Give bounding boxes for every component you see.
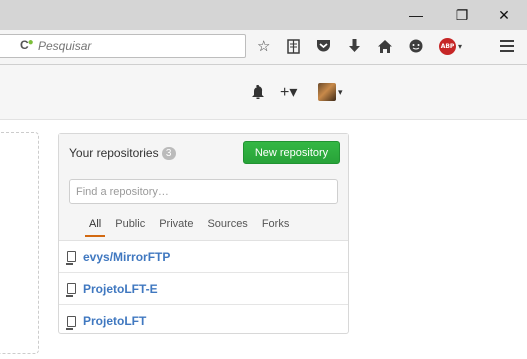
filter-tab-forks[interactable]: Forks	[262, 218, 290, 236]
list-item: ProjetoLFT	[59, 305, 348, 337]
search-input[interactable]	[38, 38, 228, 54]
minimize-icon: —	[409, 7, 423, 23]
pocket-icon[interactable]	[316, 36, 331, 56]
close-icon: ✕	[498, 6, 510, 23]
home-icon[interactable]	[378, 36, 392, 56]
window-titlebar: — ❐ ✕	[0, 0, 527, 30]
repositories-panel: Your repositories3 New repository All Pu…	[58, 133, 349, 334]
repo-icon	[66, 251, 76, 265]
repository-link[interactable]: ProjetoLFT-E	[83, 282, 158, 296]
find-repository-input[interactable]	[69, 179, 338, 204]
menu-icon[interactable]	[500, 36, 514, 56]
avatar	[318, 83, 336, 101]
github-header: +▾ ▾	[0, 65, 527, 120]
restore-button[interactable]: ❐	[439, 0, 485, 30]
adblock-plus-icon[interactable]: ABP ▾	[439, 36, 462, 56]
repository-link[interactable]: evys/MirrorFTP	[83, 250, 170, 264]
chevron-down-icon: ▾	[458, 41, 463, 51]
adblock-plus-badge: ABP	[439, 37, 456, 55]
repository-filter-tabs: All Public Private Sources Forks	[84, 218, 303, 237]
repositories-header: Your repositories3 New repository All Pu…	[59, 134, 348, 241]
plus-icon: +▾	[280, 84, 298, 101]
create-new-dropdown[interactable]: +▾	[280, 83, 297, 101]
repo-icon	[66, 283, 76, 297]
user-menu[interactable]: ▾	[318, 83, 343, 101]
list-item: ProjetoLFT-E	[59, 273, 348, 305]
filter-tab-private[interactable]: Private	[159, 218, 193, 236]
bell-icon[interactable]	[252, 83, 264, 101]
filter-tab-sources[interactable]: Sources	[207, 218, 247, 236]
restore-icon: ❐	[455, 6, 469, 23]
repositories-title-text: Your repositories	[69, 146, 159, 160]
close-button[interactable]: ✕	[481, 0, 527, 30]
search-bar[interactable]: C●	[0, 34, 246, 58]
bookmark-star-icon[interactable]: ☆	[257, 36, 270, 56]
minimize-button[interactable]: —	[393, 0, 439, 30]
repo-icon	[66, 315, 76, 330]
browser-toolbar: C● ☆ ABP ▾	[0, 30, 527, 65]
chat-icon[interactable]	[409, 36, 423, 56]
list-item: evys/MirrorFTP	[59, 241, 348, 273]
repository-link[interactable]: ProjetoLFT	[83, 314, 146, 328]
chevron-down-icon: ▾	[338, 86, 343, 97]
reading-list-icon[interactable]	[286, 36, 300, 56]
search-engine-icon[interactable]: C●	[20, 37, 35, 52]
filter-tab-all[interactable]: All	[84, 218, 106, 237]
repository-list: evys/MirrorFTP ProjetoLFT-E ProjetoLFT	[59, 241, 348, 337]
repository-count-badge: 3	[161, 147, 176, 160]
new-repository-button[interactable]: New repository	[243, 141, 340, 164]
empty-dashboard-box	[0, 132, 39, 354]
filter-tab-public[interactable]: Public	[115, 218, 145, 236]
download-icon[interactable]	[349, 36, 360, 56]
repositories-title: Your repositories 3	[69, 146, 176, 160]
